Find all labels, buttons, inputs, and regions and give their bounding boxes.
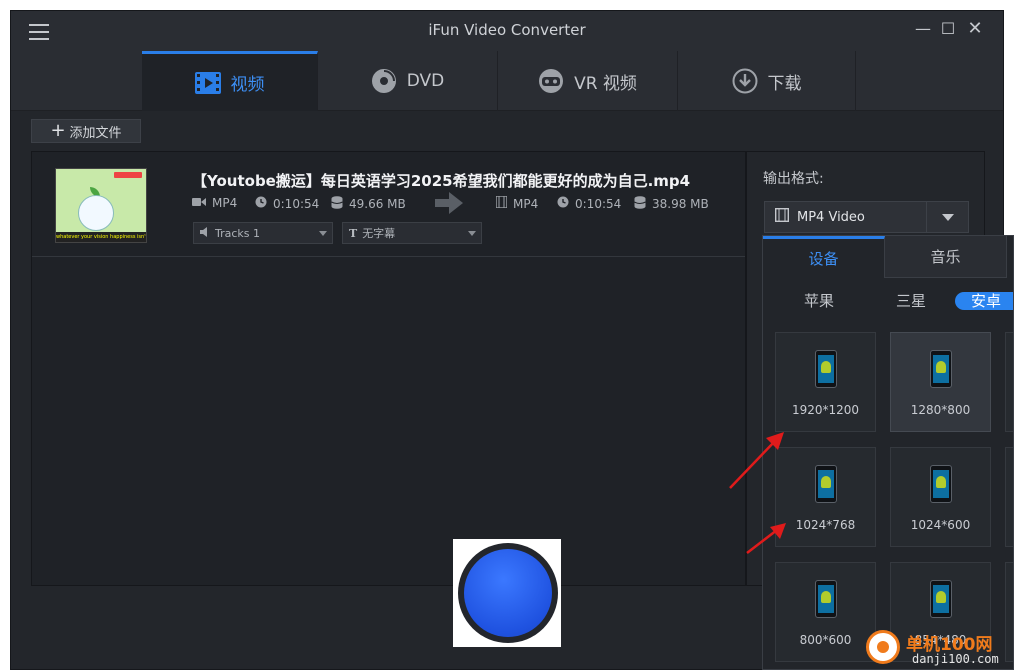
tab-video[interactable]: 视频 xyxy=(142,51,318,111)
brand-android[interactable]: 安卓 xyxy=(955,292,1013,310)
watermark: 单机100网 danji100.com xyxy=(862,624,1014,670)
film-icon xyxy=(495,195,508,211)
title-bar: iFun Video Converter — ☐ ✕ xyxy=(11,11,1003,51)
source-size: 49.66 MB xyxy=(331,196,406,212)
chevron-down-icon xyxy=(941,213,954,221)
disc-icon xyxy=(371,68,397,94)
clock-icon xyxy=(255,196,267,211)
file-title: 【Youtobe搬运】每日英语学习2025希望我们都能更好的成为自己.mp4 xyxy=(192,172,691,190)
resolution-option[interactable]: 800*600 xyxy=(775,562,876,662)
vr-headset-icon xyxy=(538,68,564,94)
tab-label: 视频 xyxy=(230,75,265,95)
resolution-option[interactable]: 1920*1200 xyxy=(775,332,876,432)
target-format: MP4 xyxy=(495,195,538,211)
brand-apple[interactable]: 苹果 xyxy=(793,292,845,310)
watermark-domain: danji100.com xyxy=(912,652,999,666)
target-size: 38.98 MB xyxy=(634,196,709,212)
video-thumbnail[interactable]: whatever your vision happiness isn't som… xyxy=(55,168,147,243)
add-file-label: 添加文件 xyxy=(69,125,122,141)
thumbnail-caption: whatever your vision happiness isn't som… xyxy=(56,232,146,242)
tab-download[interactable]: 下载 xyxy=(678,51,856,111)
database-icon xyxy=(634,196,646,212)
source-duration: 0:10:54 xyxy=(255,196,319,211)
add-file-button[interactable]: + 添加文件 xyxy=(31,119,141,143)
dropdown-button[interactable] xyxy=(926,202,968,232)
site-logo-icon xyxy=(866,630,900,664)
output-format-select[interactable]: MP4 Video xyxy=(764,201,969,233)
main-tabs: 视频 DVD VR 视频 下载 xyxy=(11,51,1003,111)
android-phone-icon xyxy=(815,580,837,618)
resolution-option[interactable] xyxy=(1005,447,1013,547)
android-phone-icon xyxy=(930,465,952,503)
record-button-frame xyxy=(453,539,561,647)
brand-samsung[interactable]: 三星 xyxy=(885,292,937,310)
file-row[interactable]: whatever your vision happiness isn't som… xyxy=(32,152,745,257)
close-icon[interactable]: ✕ xyxy=(965,19,985,39)
chevron-down-icon xyxy=(468,231,476,236)
record-button[interactable] xyxy=(458,543,558,643)
convert-arrow-icon xyxy=(435,192,463,214)
tab-label: 下载 xyxy=(767,73,802,94)
annotation-arrow-icon xyxy=(729,432,784,489)
text-icon: T xyxy=(349,226,358,240)
minimize-icon[interactable]: — xyxy=(913,19,933,39)
speaker-icon xyxy=(200,226,210,240)
resolution-option[interactable] xyxy=(1005,332,1013,432)
android-phone-icon xyxy=(815,350,837,388)
toolbar: + 添加文件 xyxy=(11,111,1003,151)
resolution-option[interactable]: 1280*800 xyxy=(890,332,991,432)
tab-label: DVD xyxy=(406,71,445,91)
target-duration: 0:10:54 xyxy=(557,196,621,211)
tab-dvd[interactable]: DVD xyxy=(318,51,498,111)
camera-icon xyxy=(192,196,206,210)
annotation-arrow-icon xyxy=(746,523,786,554)
tab-device[interactable]: 设备 xyxy=(763,236,885,278)
tab-vr-video[interactable]: VR 视频 xyxy=(498,51,678,111)
android-phone-icon xyxy=(815,465,837,503)
download-icon xyxy=(732,68,758,94)
database-icon xyxy=(331,196,343,212)
plus-icon: + xyxy=(50,120,66,141)
resolution-option[interactable]: 1024*600 xyxy=(890,447,991,547)
subtitle-select[interactable]: T 无字幕 xyxy=(342,222,482,244)
film-icon xyxy=(774,207,790,226)
format-popup: 设备 音乐 苹果 三星 安卓 1920*1200 1280*800 1024*7… xyxy=(762,235,1014,670)
tab-label: VR 视频 xyxy=(574,73,637,94)
output-format-label: 输出格式: xyxy=(763,171,824,187)
app-title: iFun Video Converter xyxy=(428,21,586,39)
chevron-down-icon xyxy=(319,231,327,236)
resolution-option[interactable]: 1024*768 xyxy=(775,447,876,547)
tab-music[interactable]: 音乐 xyxy=(885,236,1007,278)
video-icon xyxy=(194,70,221,96)
audio-track-select[interactable]: Tracks 1 xyxy=(193,222,333,244)
file-list: whatever your vision happiness isn't som… xyxy=(31,151,746,586)
maximize-icon[interactable]: ☐ xyxy=(938,19,958,39)
clock-icon xyxy=(557,196,569,211)
android-phone-icon xyxy=(930,580,952,618)
source-format: MP4 xyxy=(192,196,237,210)
android-phone-icon xyxy=(930,350,952,388)
